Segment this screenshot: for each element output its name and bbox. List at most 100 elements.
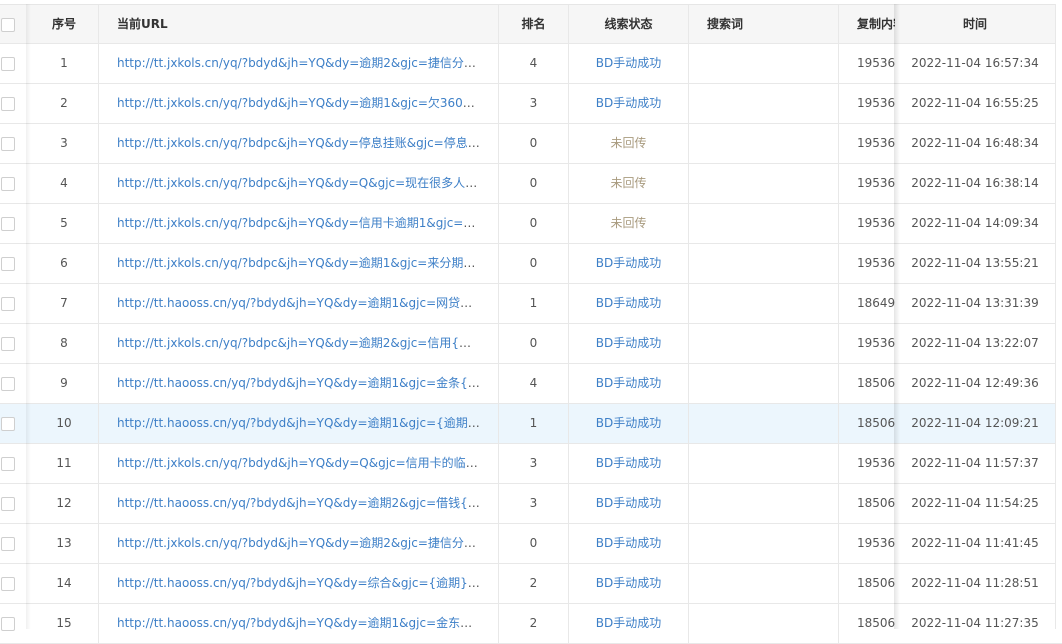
table-header: 序号 当前URL 排名 线索状态 搜索词 复制内容 时间	[0, 4, 1062, 44]
row-checkbox-cell[interactable]	[0, 124, 30, 163]
row-url-link[interactable]: http://tt.jxkols.cn/yq/?bdpc&jh=YQ&dy=Q&…	[117, 176, 498, 190]
row-url-link[interactable]: http://tt.haooss.cn/yq/?bdyd&jh=YQ&dy=逾期…	[117, 616, 498, 630]
row-checkbox[interactable]	[1, 56, 15, 71]
table-row[interactable]: 10 http://tt.haooss.cn/yq/?bdyd&jh=YQ&dy=…	[0, 404, 1062, 444]
table-row[interactable]: 13 http://tt.jxkols.cn/yq/?bdyd&jh=YQ&dy=…	[0, 524, 1062, 564]
row-checkbox[interactable]	[1, 416, 15, 431]
table-row[interactable]: 14 http://tt.haooss.cn/yq/?bdyd&jh=YQ&dy=…	[0, 564, 1062, 604]
table-row[interactable]: 11 http://tt.jxkols.cn/yq/?bdyd&jh=YQ&dy=…	[0, 444, 1062, 484]
row-rank: 0	[499, 204, 569, 243]
row-status: 未回传	[569, 164, 689, 203]
table-row[interactable]: 3 http://tt.jxkols.cn/yq/?bdpc&jh=YQ&dy=停…	[0, 124, 1062, 164]
row-copy: 195363	[857, 456, 895, 470]
row-checkbox[interactable]	[1, 456, 15, 471]
row-copy: 186499	[857, 296, 895, 310]
row-checkbox[interactable]	[1, 376, 15, 391]
row-checkbox-cell[interactable]	[0, 564, 30, 603]
row-status: BD手动成功	[569, 524, 689, 563]
row-url-link[interactable]: http://tt.jxkols.cn/yq/?bdyd&jh=YQ&dy=逾期…	[117, 96, 498, 110]
row-checkbox-cell[interactable]	[0, 524, 30, 563]
row-keyword	[689, 564, 839, 603]
table-row[interactable]: 9 http://tt.haooss.cn/yq/?bdyd&jh=YQ&dy=逾…	[0, 364, 1062, 404]
row-checkbox[interactable]	[1, 176, 15, 191]
row-url-cell: http://tt.jxkols.cn/yq/?bdyd&jh=YQ&dy=逾期…	[99, 524, 499, 563]
row-url-link[interactable]: http://tt.jxkols.cn/yq/?bdpc&jh=YQ&dy=信用…	[117, 216, 498, 230]
table-row[interactable]: 2 http://tt.jxkols.cn/yq/?bdyd&jh=YQ&dy=逾…	[0, 84, 1062, 124]
row-checkbox-cell[interactable]	[0, 364, 30, 403]
row-checkbox-cell[interactable]	[0, 44, 30, 83]
row-rank: 4	[499, 44, 569, 83]
row-url-link[interactable]: http://tt.jxkols.cn/yq/?bdpc&jh=YQ&dy=逾期…	[117, 336, 498, 350]
row-rank: 0	[499, 124, 569, 163]
row-copy: 185069	[857, 576, 895, 590]
table-row[interactable]: 5 http://tt.jxkols.cn/yq/?bdpc&jh=YQ&dy=信…	[0, 204, 1062, 244]
row-time: 2022-11-04 12:09:21	[911, 416, 1039, 430]
row-time: 2022-11-04 11:57:37	[911, 456, 1039, 470]
row-checkbox-cell[interactable]	[0, 484, 30, 523]
row-checkbox[interactable]	[1, 576, 15, 591]
row-checkbox[interactable]	[1, 496, 15, 511]
header-seq: 序号	[30, 5, 99, 44]
row-checkbox[interactable]	[1, 216, 15, 231]
row-url-link[interactable]: http://tt.jxkols.cn/yq/?bdpc&jh=YQ&dy=逾期…	[117, 256, 498, 270]
row-time: 2022-11-04 16:57:34	[911, 56, 1039, 70]
row-checkbox-cell[interactable]	[0, 444, 30, 483]
row-keyword	[689, 124, 839, 163]
row-time: 2022-11-04 13:22:07	[911, 336, 1039, 350]
table-row[interactable]: 8 http://tt.jxkols.cn/yq/?bdpc&jh=YQ&dy=逾…	[0, 324, 1062, 364]
row-url-link[interactable]: http://tt.jxkols.cn/yq/?bdyd&jh=YQ&dy=逾期…	[117, 536, 498, 550]
row-copy: 195363	[857, 96, 895, 110]
table-row[interactable]: 7 http://tt.haooss.cn/yq/?bdyd&jh=YQ&dy=逾…	[0, 284, 1062, 324]
row-copy: 185069	[857, 416, 895, 430]
row-rank: 1	[499, 284, 569, 323]
row-checkbox[interactable]	[1, 536, 15, 551]
row-checkbox[interactable]	[1, 136, 15, 151]
row-seq: 9	[30, 364, 99, 403]
row-checkbox-cell[interactable]	[0, 244, 30, 283]
row-checkbox[interactable]	[1, 96, 15, 111]
row-url-link[interactable]: http://tt.haooss.cn/yq/?bdyd&jh=YQ&dy=逾期…	[117, 376, 498, 390]
table-row[interactable]: 15 http://tt.haooss.cn/yq/?bdyd&jh=YQ&dy=…	[0, 604, 1062, 644]
table-row[interactable]: 6 http://tt.jxkols.cn/yq/?bdpc&jh=YQ&dy=逾…	[0, 244, 1062, 284]
row-checkbox-cell[interactable]	[0, 604, 30, 643]
row-status: BD手动成功	[569, 404, 689, 443]
row-copy: 195363	[857, 216, 895, 230]
row-seq: 4	[30, 164, 99, 203]
row-copy: 185069	[857, 496, 895, 510]
row-time: 2022-11-04 16:55:25	[911, 96, 1039, 110]
row-checkbox[interactable]	[1, 336, 15, 351]
header-checkbox-cell[interactable]	[0, 5, 30, 44]
row-status: 未回传	[569, 124, 689, 163]
row-checkbox[interactable]	[1, 296, 15, 311]
row-url-cell: http://tt.haooss.cn/yq/?bdyd&jh=YQ&dy=逾期…	[99, 284, 499, 323]
row-url-link[interactable]: http://tt.haooss.cn/yq/?bdyd&jh=YQ&dy=逾期…	[117, 296, 498, 310]
row-rank: 3	[499, 484, 569, 523]
row-checkbox-cell[interactable]	[0, 164, 30, 203]
select-all-checkbox[interactable]	[1, 17, 15, 32]
row-url-link[interactable]: http://tt.jxkols.cn/yq/?bdpc&jh=YQ&dy=停息…	[117, 136, 498, 150]
row-checkbox[interactable]	[1, 616, 15, 631]
row-copy: 195363	[857, 56, 895, 70]
row-seq: 14	[30, 564, 99, 603]
row-checkbox-cell[interactable]	[0, 84, 30, 123]
row-time: 2022-11-04 16:48:34	[911, 136, 1039, 150]
row-checkbox-cell[interactable]	[0, 284, 30, 323]
row-url-link[interactable]: http://tt.haooss.cn/yq/?bdyd&jh=YQ&dy=逾期…	[117, 416, 498, 430]
row-checkbox-cell[interactable]	[0, 404, 30, 443]
row-checkbox-cell[interactable]	[0, 204, 30, 243]
header-url: 当前URL	[99, 5, 499, 44]
row-url-link[interactable]: http://tt.jxkols.cn/yq/?bdyd&jh=YQ&dy=Q&…	[117, 456, 498, 470]
row-seq: 1	[30, 44, 99, 83]
row-keyword	[689, 524, 839, 563]
table-row[interactable]: 1 http://tt.jxkols.cn/yq/?bdyd&jh=YQ&dy=逾…	[0, 44, 1062, 84]
row-url-link[interactable]: http://tt.haooss.cn/yq/?bdyd&jh=YQ&dy=逾期…	[117, 496, 498, 510]
row-seq: 3	[30, 124, 99, 163]
row-checkbox-cell[interactable]	[0, 324, 30, 363]
table-row[interactable]: 12 http://tt.haooss.cn/yq/?bdyd&jh=YQ&dy=…	[0, 484, 1062, 524]
row-checkbox[interactable]	[1, 256, 15, 271]
row-url-link[interactable]: http://tt.haooss.cn/yq/?bdyd&jh=YQ&dy=综合…	[117, 576, 498, 590]
row-url-link[interactable]: http://tt.jxkols.cn/yq/?bdyd&jh=YQ&dy=逾期…	[117, 56, 498, 70]
row-keyword	[689, 84, 839, 123]
row-rank: 0	[499, 524, 569, 563]
table-row[interactable]: 4 http://tt.jxkols.cn/yq/?bdpc&jh=YQ&dy=Q…	[0, 164, 1062, 204]
